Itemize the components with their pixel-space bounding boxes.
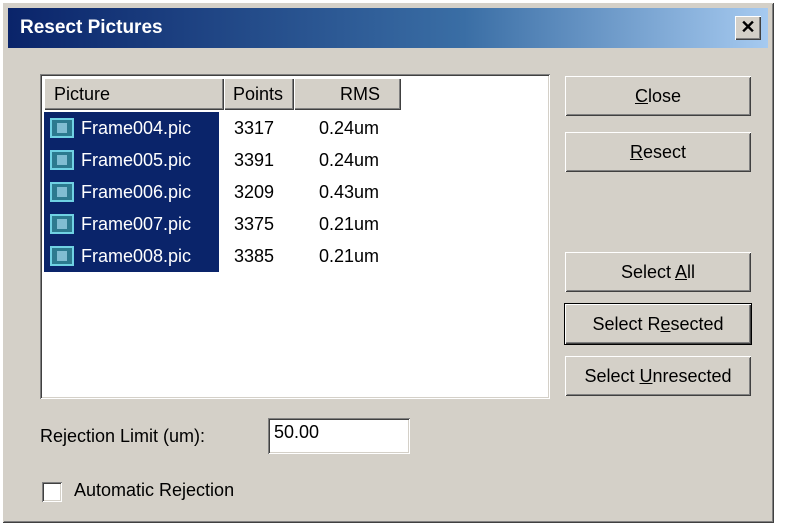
- points-value: 3375: [234, 214, 275, 234]
- select-resected-label-rest: sected: [670, 314, 724, 334]
- rejection-limit-label: Rejection Limit (um):: [40, 426, 206, 446]
- picture-cell: Frame005.pic: [44, 144, 219, 176]
- automatic-rejection-checkbox[interactable]: [42, 482, 62, 502]
- select-unresected-label-rest: nresected: [652, 366, 732, 386]
- picture-cell: Frame006.pic: [44, 176, 219, 208]
- picture-icon: [50, 214, 74, 234]
- pictures-list[interactable]: Picture Points RMS Frame004.pic 3317 0.2…: [40, 74, 550, 399]
- automatic-rejection-label[interactable]: Automatic Rejection: [74, 480, 234, 501]
- close-icon[interactable]: ✕: [735, 16, 761, 40]
- select-resected-label-pre: Select R: [592, 314, 661, 334]
- select-unresected-label-pre: Select: [584, 366, 640, 386]
- column-header-points[interactable]: Points: [224, 78, 294, 110]
- resect-mnemonic: R: [629, 142, 643, 162]
- select-unresected-button[interactable]: Select Unresected: [565, 356, 751, 396]
- close-label-rest: lose: [647, 86, 682, 106]
- select-all-mnemonic: A: [675, 262, 688, 282]
- picture-cell: Frame004.pic: [44, 112, 219, 144]
- rejection-limit-input[interactable]: 50.00: [268, 418, 410, 454]
- list-header: Picture Points RMS: [44, 78, 546, 110]
- points-value: 3391: [234, 150, 275, 170]
- column-header-picture[interactable]: Picture: [44, 78, 224, 110]
- rms-value: 0.24um: [319, 118, 380, 138]
- points-value: 3209: [234, 182, 275, 202]
- select-resected-mnemonic: e: [660, 314, 671, 334]
- close-mnemonic: C: [634, 86, 648, 106]
- select-all-button[interactable]: Select All: [565, 252, 751, 292]
- picture-name: Frame004.pic: [81, 118, 192, 138]
- close-button[interactable]: Close: [565, 76, 751, 116]
- window-title: Resect Pictures: [20, 17, 163, 38]
- picture-name: Frame008.pic: [81, 246, 192, 266]
- picture-icon: [50, 182, 74, 202]
- rms-value: 0.21um: [319, 246, 380, 266]
- title-bar[interactable]: Resect Pictures ✕: [8, 8, 768, 48]
- picture-name: Frame006.pic: [81, 182, 192, 202]
- picture-name: Frame005.pic: [81, 150, 192, 170]
- picture-icon: [50, 118, 74, 138]
- resect-button[interactable]: Resect: [565, 132, 751, 172]
- picture-icon: [50, 150, 74, 170]
- resect-pictures-dialog: Resect Pictures ✕ Picture Points RMS Fra…: [2, 2, 774, 523]
- select-unresected-mnemonic: U: [639, 366, 653, 386]
- points-value: 3317: [234, 118, 275, 138]
- select-all-label-rest: ll: [687, 262, 696, 282]
- rms-value: 0.21um: [319, 214, 380, 234]
- rms-value: 0.24um: [319, 150, 380, 170]
- picture-icon: [50, 246, 74, 266]
- picture-name: Frame007.pic: [81, 214, 192, 234]
- points-value: 3385: [234, 246, 275, 266]
- column-header-rms[interactable]: RMS: [294, 78, 401, 110]
- select-all-label-pre: Select: [620, 262, 676, 282]
- picture-cell: Frame008.pic: [44, 240, 219, 272]
- rms-value: 0.43um: [319, 182, 380, 202]
- select-resected-button[interactable]: Select Resected: [565, 304, 751, 344]
- resect-label-rest: esect: [642, 142, 687, 162]
- picture-cell: Frame007.pic: [44, 208, 219, 240]
